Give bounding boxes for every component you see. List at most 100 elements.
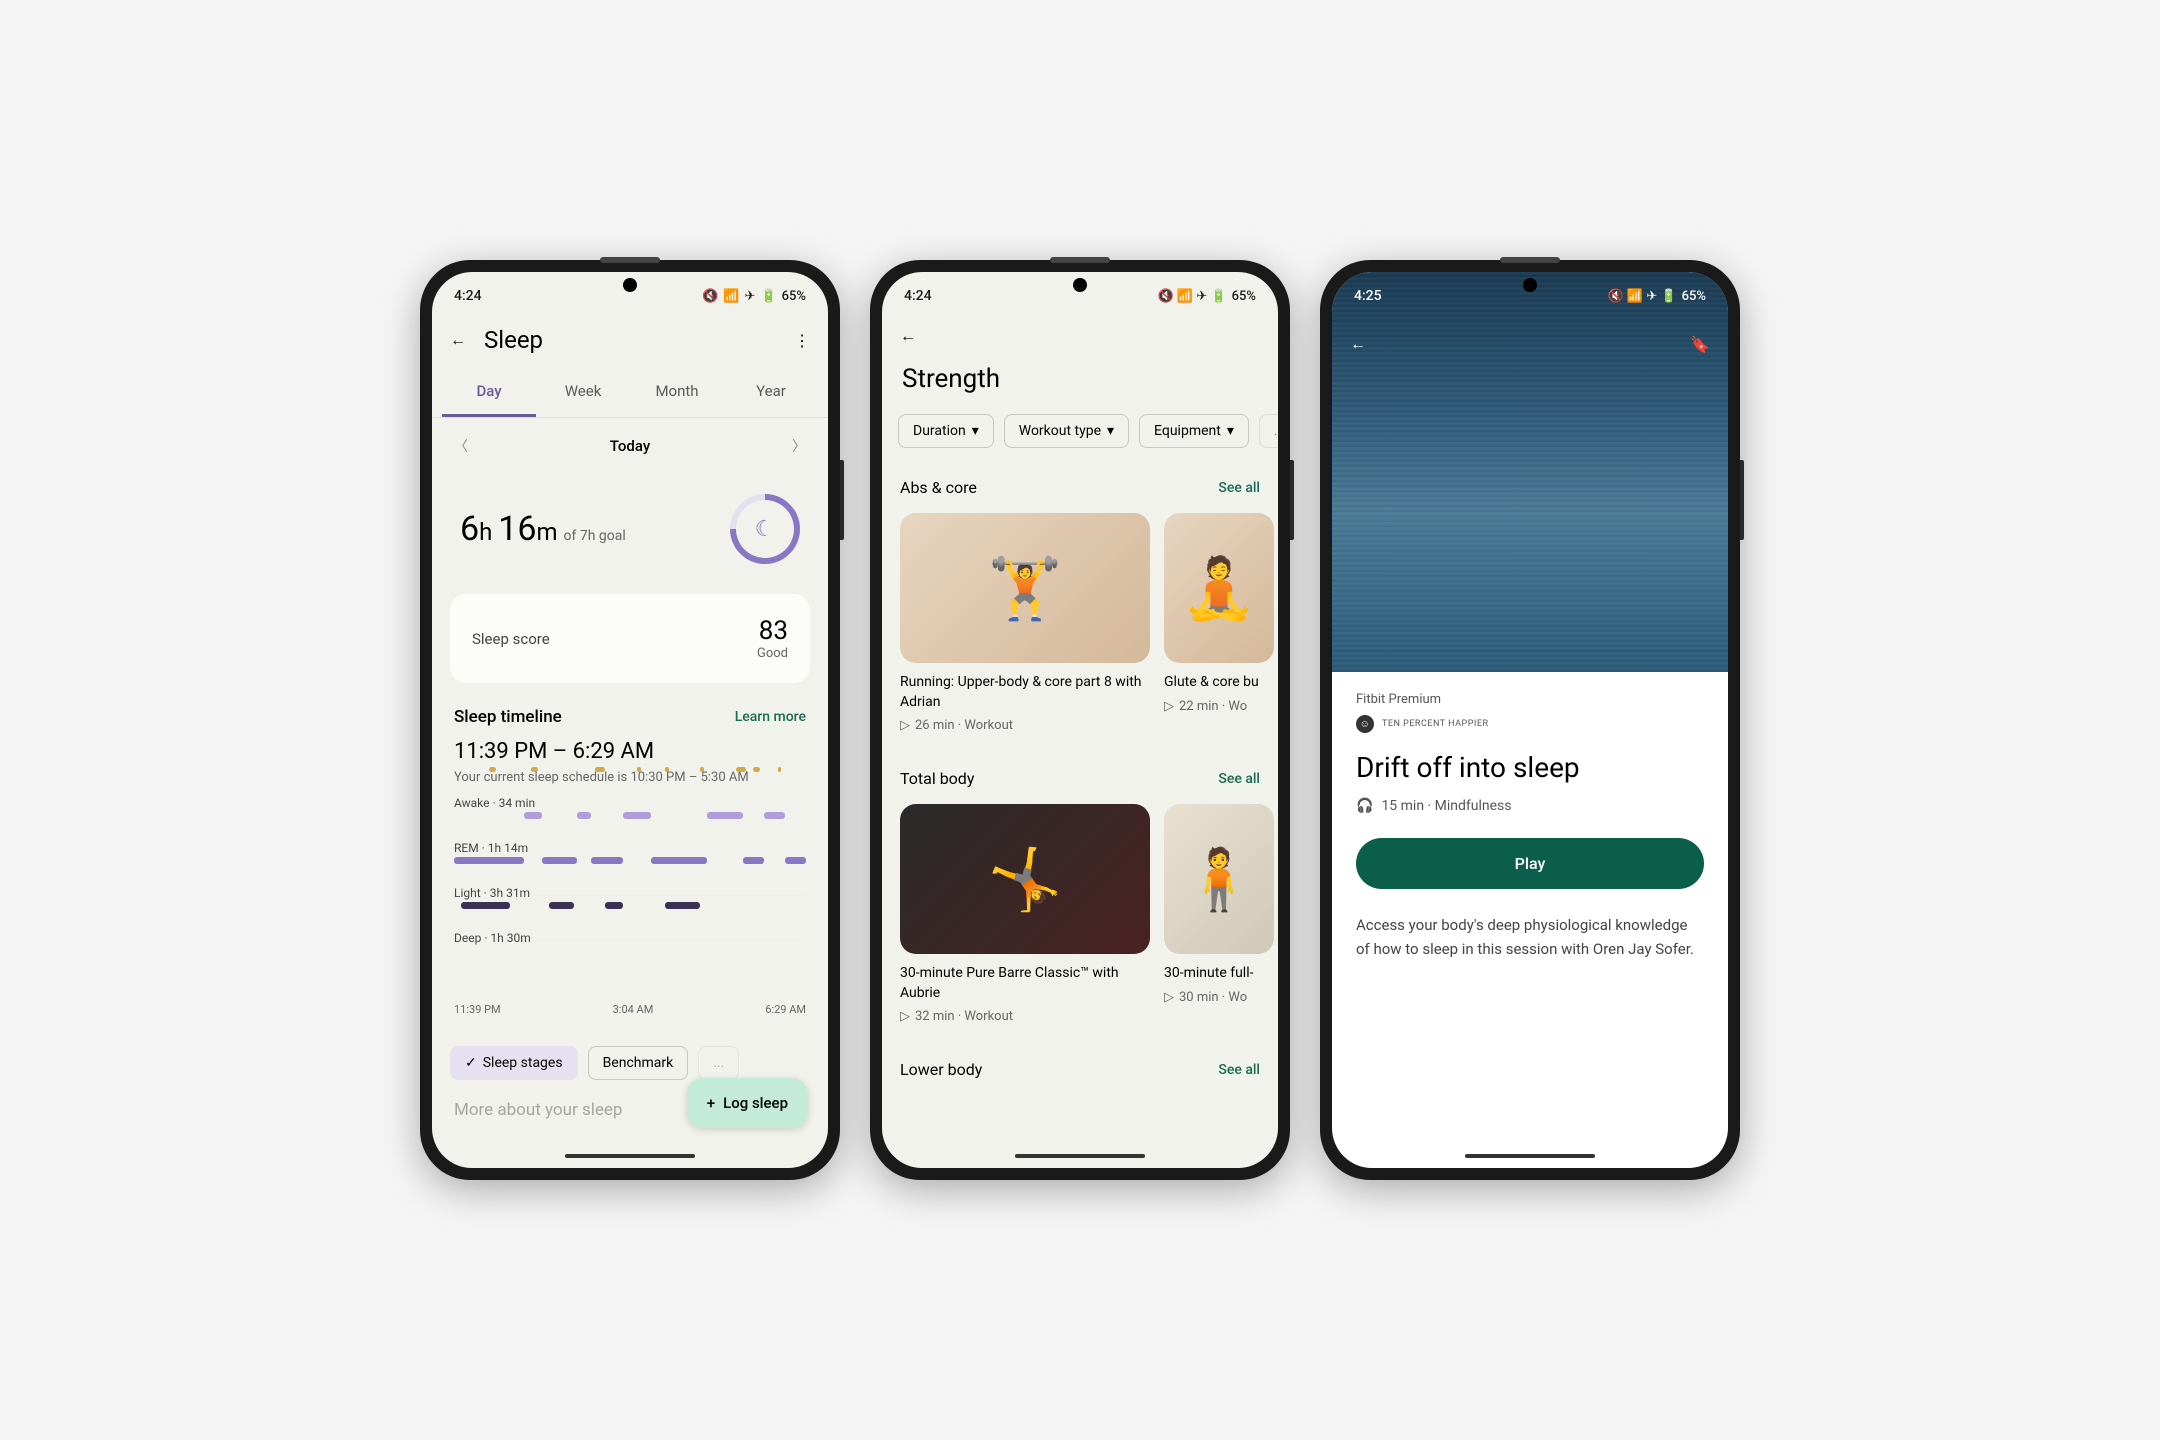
- score-value: 83: [757, 616, 788, 646]
- goal-ring: ☾: [716, 480, 815, 579]
- more-icon[interactable]: ⋮: [794, 331, 810, 350]
- status-icons: 🔇 📶 ✈ 🔋 65%: [702, 289, 806, 304]
- next-day-icon[interactable]: 〉: [792, 436, 806, 456]
- headphones-icon: 🎧: [1356, 798, 1373, 814]
- workout-thumbnail: 🏋️: [900, 513, 1150, 663]
- nav-handle[interactable]: [565, 1154, 695, 1158]
- workout-meta: ▷30 min · Wo: [1164, 990, 1274, 1005]
- plus-icon: +: [707, 1094, 715, 1112]
- partner-logo: ☺ TEN PERCENT HAPPIER: [1356, 715, 1704, 733]
- date-label: Today: [610, 437, 650, 455]
- section-lower-body: Lower body See all: [882, 1042, 1278, 1113]
- sleep-score-card[interactable]: Sleep score 83 Good: [450, 594, 810, 683]
- workout-title: 30-minute full-: [1164, 964, 1274, 984]
- learn-more-link[interactable]: Learn more: [735, 709, 806, 725]
- filter-more[interactable]: ...: [1259, 414, 1278, 448]
- nav-handle[interactable]: [1465, 1154, 1595, 1158]
- sleep-stage-chart[interactable]: Awake · 34 min REM · 1h 14m Light · 3h 3…: [454, 805, 806, 985]
- clock: 4:24: [454, 288, 482, 304]
- back-icon[interactable]: ←: [450, 330, 466, 350]
- play-circle-icon: ▷: [1164, 699, 1174, 714]
- stage-rem-label: REM · 1h 14m: [454, 841, 532, 855]
- play-button[interactable]: Play: [1356, 838, 1704, 889]
- section-title: Lower body: [900, 1060, 982, 1079]
- workout-thumbnail: 🧘: [1164, 513, 1274, 663]
- bookmark-icon[interactable]: 🔖: [1690, 335, 1710, 354]
- date-nav: 〈 Today 〉: [432, 418, 828, 474]
- mute-icon: 🔇: [702, 289, 718, 304]
- tab-week[interactable]: Week: [536, 368, 630, 417]
- workout-meta: ▷32 min · Workout: [900, 1009, 1150, 1024]
- back-icon[interactable]: ←: [900, 326, 916, 346]
- wifi-icon: 📶: [723, 289, 739, 304]
- play-circle-icon: ▷: [900, 1009, 910, 1024]
- chip-stages[interactable]: ✓Sleep stages: [450, 1046, 578, 1080]
- chevron-down-icon: ▾: [1107, 423, 1114, 439]
- chip-more[interactable]: ...: [698, 1046, 739, 1080]
- section-title: Total body: [900, 769, 974, 788]
- workout-thumbnail: 🤸: [900, 804, 1150, 954]
- sleep-summary: 6h 16m of 7h goal ☾: [432, 474, 828, 594]
- session-title: Drift off into sleep: [1356, 751, 1704, 784]
- battery-icon: 🔋: [760, 289, 776, 304]
- session-meta: 🎧 15 min · Mindfulness: [1356, 798, 1704, 814]
- score-label: Sleep score: [472, 630, 550, 648]
- workout-title: Glute & core bu: [1164, 673, 1274, 693]
- timeline-title: Sleep timeline: [454, 707, 562, 727]
- appbar: ← 🔖: [1332, 320, 1728, 368]
- tab-month[interactable]: Month: [630, 368, 724, 417]
- page-title: Strength: [902, 364, 1000, 394]
- stage-deep-label: Deep · 1h 30m: [454, 931, 535, 945]
- score-rating: Good: [757, 646, 788, 661]
- chevron-down-icon: ▾: [972, 423, 979, 439]
- workout-title: Running: Upper-body & core part 8 with A…: [900, 673, 1150, 712]
- time-range: 11:39 PM – 6:29 AM: [454, 739, 806, 764]
- filter-workout-type[interactable]: Workout type ▾: [1004, 414, 1129, 448]
- back-icon[interactable]: ←: [1350, 334, 1366, 354]
- brand-label: Fitbit Premium: [1356, 692, 1704, 707]
- see-all-link[interactable]: See all: [1218, 771, 1260, 787]
- stage-light-label: Light · 3h 31m: [454, 886, 534, 900]
- sleep-duration: 6h 16m of 7h goal: [460, 509, 626, 549]
- workout-thumbnail: 🧍: [1164, 804, 1274, 954]
- clock: 4:24: [904, 288, 932, 304]
- section-title: Abs & core: [900, 478, 977, 497]
- workout-meta: ▷26 min · Workout: [900, 718, 1150, 733]
- workout-card[interactable]: 🏋️ Running: Upper-body & core part 8 wit…: [900, 513, 1150, 733]
- section-abs-core: Abs & core See all 🏋️ Running: Upper-body…: [882, 460, 1278, 751]
- chip-benchmark[interactable]: Benchmark: [588, 1046, 689, 1080]
- moon-icon: ☾: [755, 516, 775, 541]
- workout-card[interactable]: 🤸 30-minute Pure Barre Classic™ with Aub…: [900, 804, 1150, 1024]
- prev-day-icon[interactable]: 〈: [454, 436, 468, 456]
- nav-handle[interactable]: [1015, 1154, 1145, 1158]
- workout-card[interactable]: 🧘 Glute & core bu ▷22 min · Wo: [1164, 513, 1274, 733]
- workout-card[interactable]: 🧍 30-minute full- ▷30 min · Wo: [1164, 804, 1274, 1024]
- tab-year[interactable]: Year: [724, 368, 818, 417]
- appbar: ←: [882, 312, 1278, 360]
- hero-image: 4:25 🔇 📶 ✈ 🔋65% ← 🔖: [1332, 272, 1728, 672]
- tab-day[interactable]: Day: [442, 368, 536, 417]
- partner-name: TEN PERCENT HAPPIER: [1382, 719, 1489, 729]
- workout-title: 30-minute Pure Barre Classic™ with Aubri…: [900, 964, 1150, 1003]
- workout-meta: ▷22 min · Wo: [1164, 699, 1274, 714]
- session-description: Access your body's deep physiological kn…: [1356, 913, 1704, 961]
- partner-icon: ☺: [1356, 715, 1374, 733]
- play-circle-icon: ▷: [1164, 990, 1174, 1005]
- filter-equipment[interactable]: Equipment ▾: [1139, 414, 1249, 448]
- timeline-section: Sleep timeline Learn more 11:39 PM – 6:2…: [432, 707, 828, 1046]
- page-title: Sleep: [484, 326, 776, 354]
- log-sleep-fab[interactable]: + Log sleep: [687, 1078, 808, 1128]
- see-all-link[interactable]: See all: [1218, 480, 1260, 496]
- chart-xaxis: 11:39 PM 3:04 AM 6:29 AM: [454, 995, 806, 1016]
- status-icons: 🔇 📶 ✈ 🔋65%: [1607, 289, 1706, 304]
- status-icons: 🔇 📶 ✈ 🔋65%: [1157, 289, 1256, 304]
- see-all-link[interactable]: See all: [1218, 1062, 1260, 1078]
- schedule-text: Your current sleep schedule is 10:30 PM …: [454, 770, 806, 785]
- filter-duration[interactable]: Duration ▾: [898, 414, 994, 448]
- period-tabs: Day Week Month Year: [432, 368, 828, 418]
- appbar: ← Sleep ⋮: [432, 312, 828, 368]
- play-circle-icon: ▷: [900, 718, 910, 733]
- stage-awake-label: Awake · 34 min: [454, 796, 539, 810]
- filter-chips: Duration ▾ Workout type ▾ Equipment ▾ ..…: [882, 402, 1278, 460]
- chevron-down-icon: ▾: [1227, 423, 1234, 439]
